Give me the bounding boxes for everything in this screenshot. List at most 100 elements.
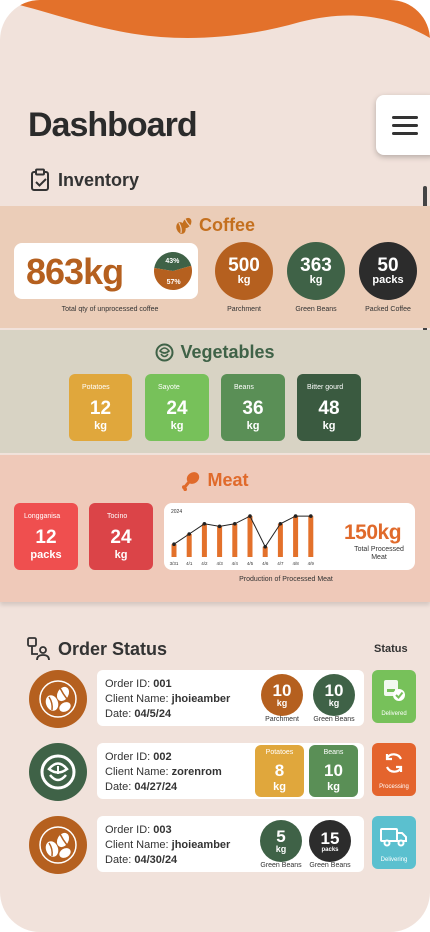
coffee-title: Coffee	[198, 215, 255, 235]
meat-chart-caption: Production of Processed Meat	[239, 576, 333, 583]
chart-bar	[293, 516, 299, 557]
chart-point	[309, 514, 313, 518]
order-id: 003	[153, 824, 172, 836]
chart-bar	[201, 523, 207, 557]
meat-title: Meat	[207, 470, 249, 490]
veg-card-sayote[interactable]: Sayote 24 kg	[145, 374, 209, 441]
menu-button[interactable]	[376, 95, 430, 155]
chart-bar	[186, 534, 192, 557]
status-processing-button[interactable]: Processing	[372, 743, 416, 796]
packed-coffee-circle[interactable]: 50 packs	[359, 242, 417, 300]
chart-tick-label: 4/8	[292, 561, 299, 566]
clipboard-check-icon	[31, 168, 49, 191]
vegetables-icon	[155, 343, 174, 362]
status-label: Processing	[379, 784, 409, 790]
order-item-green-beans: 10 kg	[313, 674, 355, 716]
meat-card-longganisa[interactable]: Longganisa 12 packs	[14, 503, 78, 570]
menu-icon	[392, 116, 418, 119]
chart-tick-label: 4/4	[232, 561, 239, 566]
workflow-icon	[27, 637, 50, 661]
coffee-total-card[interactable]: 863kg 43% 57%	[14, 243, 198, 299]
green-beans-circle[interactable]: 363 kg	[287, 242, 345, 300]
header-wave	[0, 0, 430, 38]
meat-production-chart: 2024 3/31 4/1 4/2 4/3 4/4 4/5 4/6 4/7 4/8 4/9	[170, 509, 315, 566]
veg-card-potatoes[interactable]: Potatoes 12 kg	[69, 374, 132, 441]
pie-label: 57%	[167, 279, 182, 286]
chart-tick-label: 4/5	[247, 561, 254, 566]
chart-point	[217, 524, 222, 529]
chart-bar	[232, 523, 238, 557]
order-client: jhoieamber	[171, 693, 231, 705]
truck-icon	[380, 828, 407, 847]
vegetables-icon	[40, 754, 76, 790]
chart-tick-label: 4/9	[308, 561, 315, 566]
order-status-heading: Order Status	[26, 636, 167, 662]
chart-point	[278, 521, 283, 526]
chart-point	[293, 514, 298, 518]
status-delivering-button[interactable]: Delivering	[372, 816, 416, 869]
chart-point	[263, 544, 267, 549]
chart-tick-label: 3/31	[170, 561, 179, 566]
meat-production-chart-card[interactable]: 2024 3/31 4/1 4/2 4/3 4/4 4/5 4/6 4/7 4/8 4/9 150k…	[164, 503, 415, 570]
order-client: zorenrom	[171, 766, 222, 778]
status-delivered-button[interactable]: Delivered	[372, 670, 416, 723]
order-card-002[interactable]: Order ID: 002 Client Name: zorenrom Date…	[97, 743, 364, 799]
inventory-heading: Inventory	[30, 168, 139, 192]
delivered-check-icon	[384, 680, 405, 701]
chart-bar	[247, 516, 253, 557]
inventory-label: Inventory	[58, 169, 140, 190]
chart-point	[248, 514, 252, 518]
chart-line	[173, 515, 311, 548]
chart-point	[202, 521, 207, 526]
order-item-parchment: 10 kg	[261, 674, 303, 716]
status-label: Delivered	[381, 711, 407, 717]
chart-point	[187, 532, 191, 536]
chart-bar	[277, 523, 283, 557]
order-avatar	[29, 816, 87, 874]
chart-tick-label: 4/3	[216, 561, 223, 566]
chart-tick-label: 4/7	[277, 561, 284, 566]
vegetables-section: Vegetables Potatoes 12 kg Sayote 24 kg B…	[0, 330, 430, 453]
order-date: 04/30/24	[134, 854, 178, 866]
chart-tick-label: 4/2	[201, 561, 208, 566]
veg-card-beans[interactable]: Beans 36 kg	[221, 374, 285, 441]
order-id: 001	[153, 678, 172, 690]
order-card-001[interactable]: Order ID: 001 Client Name: jhoieamber Da…	[97, 670, 364, 726]
packed-coffee-caption: Packed Coffee	[365, 306, 411, 313]
parchment-caption: Parchment	[227, 306, 261, 313]
parchment-circle[interactable]: 500 kg	[215, 242, 273, 300]
page-title: Dashboard	[28, 106, 198, 144]
pie-label: 43%	[165, 258, 180, 265]
chart-point	[233, 521, 237, 526]
meat-card-tocino[interactable]: Tocino 24 kg	[89, 503, 153, 570]
chart-point	[172, 542, 176, 547]
order-item-potatoes: Potatoes 8 kg	[255, 745, 304, 797]
meat-heading: Meat	[0, 470, 430, 491]
order-date: 04/27/24	[134, 781, 178, 793]
coffee-beans-icon	[176, 217, 192, 234]
order-item-beans: Beans 10 kg	[309, 745, 358, 797]
vegetables-title: Vegetables	[180, 342, 275, 362]
coffee-section: Coffee 863kg 43% 57% Total qty of unproce…	[0, 206, 430, 328]
order-date: 04/5/24	[134, 708, 172, 720]
chart-year-label: 2024	[171, 509, 182, 515]
order-client: jhoieamber	[171, 839, 231, 851]
order-avatar	[29, 670, 87, 728]
coffee-heading: Coffee	[0, 215, 430, 236]
meat-total-caption-2: Meat	[371, 554, 387, 561]
coffee-pie-chart: 43% 57%	[154, 252, 192, 290]
dashboard-screen: Dashboard Inventory Coffee 863kg 43% 57%	[0, 0, 430, 932]
green-beans-caption: Green Beans	[295, 306, 337, 313]
chart-bar	[217, 526, 223, 557]
chart-bar	[171, 544, 177, 557]
coffee-beans-icon	[39, 680, 77, 718]
chart-tick-label: 4/1	[186, 561, 193, 566]
veg-card-bitter-gourd[interactable]: Bitter gourd 48 kg	[297, 374, 361, 441]
order-item-packs: 15 packs	[309, 820, 351, 862]
order-id: 002	[153, 751, 172, 763]
meat-section: Meat Longganisa 12 packs Tocino 24 kg 20…	[0, 455, 430, 602]
order-status-title: Order Status	[58, 638, 168, 659]
order-card-003[interactable]: Order ID: 003 Client Name: jhoieamber Da…	[97, 816, 364, 872]
status-column-label: Status	[374, 643, 408, 655]
chart-tick-label: 4/6	[262, 561, 269, 566]
